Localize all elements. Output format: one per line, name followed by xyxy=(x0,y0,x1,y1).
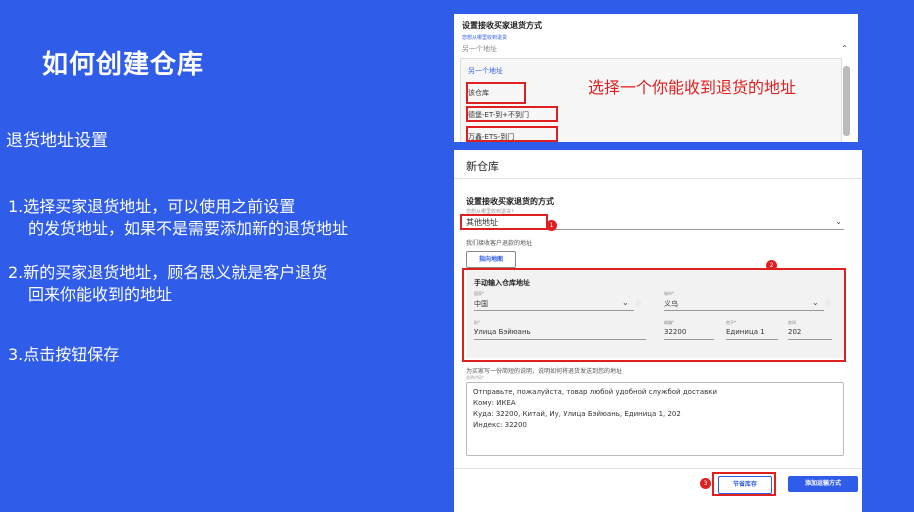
dialog-title: 新仓库 xyxy=(466,160,499,173)
step-3-line1: 3.点击按钮保存 xyxy=(8,345,120,364)
field-underline xyxy=(474,310,634,311)
highlight-box xyxy=(712,472,776,496)
step-3: 3.点击按钮保存 xyxy=(8,344,119,366)
map-button[interactable]: 指向地图 xyxy=(466,251,516,268)
step-badge: 3 xyxy=(700,478,711,489)
info-icon: ⓘ xyxy=(826,301,832,307)
highlight-box xyxy=(466,126,558,142)
instructions-line: Куда: 32200, Китай, Иу, Улица Бэйюань, Е… xyxy=(473,410,681,418)
dropdown-option[interactable]: 另一个地址 xyxy=(468,66,503,76)
step-1-line1: 1.选择买家退货地址，可以使用之前设置 xyxy=(8,197,296,216)
divider xyxy=(454,468,862,469)
scrollbar[interactable] xyxy=(843,66,850,136)
step-2: 2.新的买家退货地址，顾名思义就是客户退货 回来你能收到的地址 xyxy=(8,262,327,306)
instructions-line: Отправьте, пожалуйста, товар любой удобн… xyxy=(473,388,718,396)
callout-text: 选择一个你能收到退货的地址 xyxy=(588,78,797,97)
city-label: 城市* xyxy=(664,291,674,296)
add-shipping-button[interactable]: 添加运输方式 xyxy=(788,476,858,492)
zip-label: 邮编* xyxy=(664,320,674,325)
chevron-down-icon[interactable]: ⌄ xyxy=(622,298,629,307)
zip-field[interactable]: 32200 xyxy=(664,328,686,336)
address-note: 我们接收客户退款的地址 xyxy=(466,240,533,247)
step-1-line2: 的发货地址，如果不是需要添加新的退货地址 xyxy=(28,219,349,238)
return-method-select[interactable]: 另一个地址 xyxy=(462,44,497,54)
return-method-header: 设置接收买家退货方式 xyxy=(462,21,542,30)
info-icon: ⓘ xyxy=(636,301,642,307)
building-label: 房子* xyxy=(726,320,736,325)
return-method-sublabel: 您想从哪里收到退货 xyxy=(462,35,508,41)
step-2-line1: 2.新的买家退货地址，顾名思义就是客户退货 xyxy=(8,263,328,282)
step-badge: 1 xyxy=(546,220,557,231)
field-underline xyxy=(664,310,824,311)
section-title: 退货地址设置 xyxy=(6,131,108,151)
street-label: 街* xyxy=(474,320,480,325)
field-underline xyxy=(726,339,778,340)
step-1: 1.选择买家退货地址，可以使用之前设置 的发货地址，如果不是需要添加新的退货地址 xyxy=(8,196,348,240)
highlight-box xyxy=(466,82,526,104)
return-method-dropdown-screenshot: 设置接收买家退货方式 您想从哪里收到退货 另一个地址 ⌃ 另一个地址 该仓库 德… xyxy=(454,14,858,142)
highlight-box xyxy=(460,214,548,230)
highlight-box xyxy=(466,106,558,122)
street-field[interactable]: Улица Бэйюань xyxy=(474,328,531,336)
field-underline xyxy=(474,339,646,340)
chevron-up-icon[interactable]: ⌃ xyxy=(841,44,848,53)
field-underline xyxy=(664,339,714,340)
instructions-textarea[interactable]: Отправьте, пожалуйста, товар любой удобн… xyxy=(466,382,844,456)
return-method-header: 设置接收买家退货的方式 xyxy=(466,197,554,206)
chevron-down-icon[interactable]: ⌄ xyxy=(812,298,819,307)
country-field[interactable]: 中国 xyxy=(474,299,488,309)
step-2-line2: 回来你能收到的地址 xyxy=(28,285,173,304)
chevron-down-icon[interactable]: ⌄ xyxy=(835,217,842,226)
instructions-small-label: 说明代码* xyxy=(466,375,484,380)
panel-title: 手动输入仓库地址 xyxy=(474,279,530,287)
room-field[interactable]: 202 xyxy=(788,328,801,336)
instructions-line: Кому: ИКЕА xyxy=(473,399,516,407)
instructions-label: 为买家写一份简短的说明，说明如何将退货发送到您的地址 xyxy=(466,368,623,375)
field-underline xyxy=(788,339,832,340)
country-label: 国家* xyxy=(474,291,484,296)
instructions-line: Индекс: 32200 xyxy=(473,421,527,429)
slide-title: 如何创建仓库 xyxy=(42,50,205,80)
room-label: 房间 xyxy=(788,320,796,325)
divider xyxy=(454,178,862,179)
building-field[interactable]: Единица 1 xyxy=(726,328,765,336)
city-field[interactable]: 义乌 xyxy=(664,299,678,309)
new-warehouse-screenshot: 新仓库 设置接收买家退货的方式 您想从哪里收到退货? 其他地址 ⌄ 1 我们接收… xyxy=(454,150,862,512)
